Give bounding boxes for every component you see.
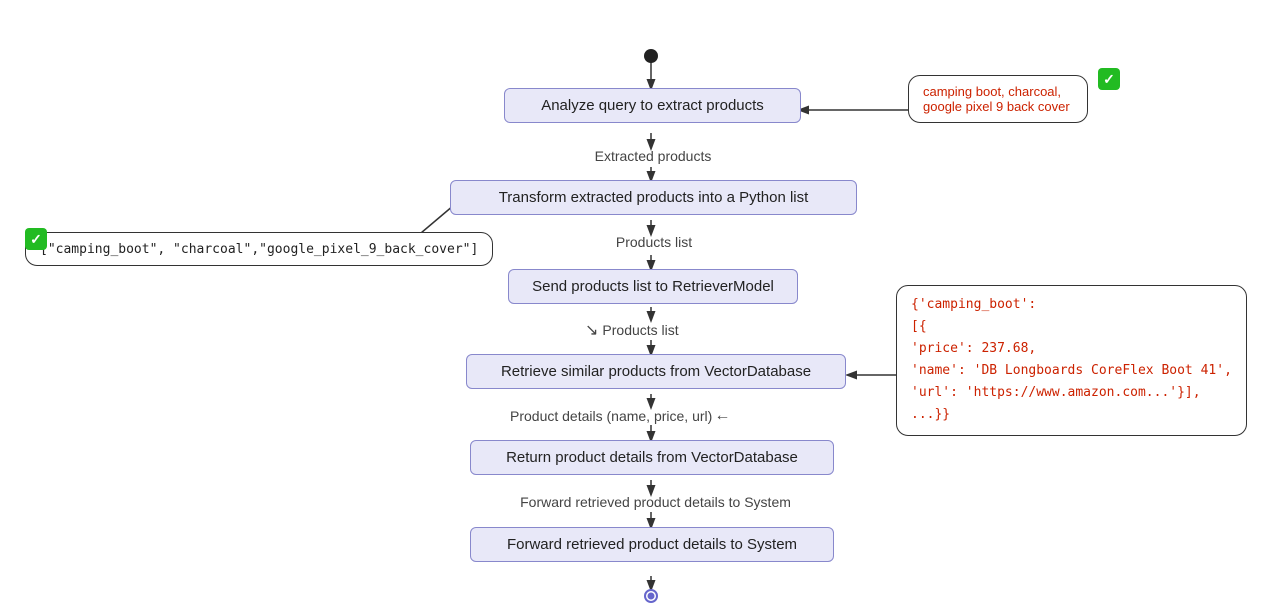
node-return: Return product details from VectorDataba…	[470, 440, 834, 475]
check-list: ✓	[25, 228, 47, 250]
end-circle	[644, 589, 658, 603]
end-circle-inner	[648, 593, 655, 600]
node-forward: Forward retrieved product details to Sys…	[470, 527, 834, 562]
products2-arrow: ↘	[585, 320, 598, 340]
products2-text: Products list	[602, 322, 678, 338]
label-product-details: Product details (name, price, url) ←	[510, 407, 760, 425]
node-send: Send products list to RetrieverModel	[508, 269, 798, 304]
product-details-text: Product details (name, price, url)	[510, 408, 712, 424]
annotation-query: camping boot, charcoal, google pixel 9 b…	[908, 75, 1088, 123]
label-products1: Products list	[599, 234, 709, 250]
label-products2: ↘ Products list	[585, 320, 725, 340]
label-forward: Forward retrieved product details to Sys…	[463, 494, 848, 510]
diagram: Analyze query to extract products Extrac…	[0, 0, 1266, 616]
node-analyze: Analyze query to extract products	[504, 88, 801, 123]
annotation-query-text: camping boot, charcoal, google pixel 9 b…	[923, 84, 1070, 114]
annotation-list-text: ["camping_boot", "charcoal","google_pixe…	[40, 242, 478, 257]
label-extracted: Extracted products	[573, 148, 733, 164]
node-transform: Transform extracted products into a Pyth…	[450, 180, 857, 215]
annotation-details-text: {'camping_boot': [{ 'price': 237.68, 'na…	[911, 297, 1232, 422]
annotation-list: ["camping_boot", "charcoal","google_pixe…	[25, 232, 493, 266]
node-retrieve: Retrieve similar products from VectorDat…	[466, 354, 846, 389]
annotation-details: {'camping_boot': [{ 'price': 237.68, 'na…	[896, 285, 1247, 436]
check-query: ✓	[1098, 68, 1120, 90]
product-details-arrow: ←	[714, 407, 730, 425]
start-circle	[644, 49, 658, 63]
